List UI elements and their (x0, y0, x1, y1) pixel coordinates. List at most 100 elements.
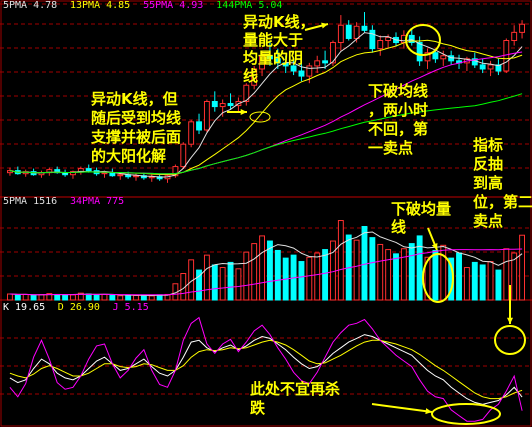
volume-bar (353, 239, 360, 301)
candle-body (188, 121, 195, 145)
candle-body (416, 42, 423, 62)
candle-body (345, 24, 352, 39)
candle-body (385, 36, 392, 42)
volume-bar (385, 249, 392, 301)
candle-body (203, 101, 210, 131)
volume-bar (6, 293, 13, 301)
volume-bar (125, 294, 132, 301)
volume-bar (203, 254, 210, 301)
volume-bar (369, 237, 376, 301)
volume-bar (38, 294, 45, 301)
annotation-text: 跌 (250, 399, 266, 417)
stock-chart: 5PMA 4.78 13PMA 4.85 55PMA 4.93 144PMA 5.04… (0, 0, 532, 427)
annotation-text: 位，第二 (473, 193, 532, 211)
candle-body (361, 25, 368, 31)
volume-bar (416, 235, 423, 301)
legend-k: K 19.65 (3, 302, 45, 313)
volume-bar (243, 251, 250, 301)
legend-j: J 5.15 (113, 302, 149, 313)
volume-bar (274, 249, 281, 301)
annotation-text: 下破均线 (368, 82, 428, 100)
volume-bar (93, 294, 100, 301)
candle-body (211, 101, 218, 108)
volume-bar (495, 269, 502, 301)
candle-body (133, 175, 139, 178)
volume-bar (140, 294, 147, 301)
volume-bar (408, 243, 415, 301)
volume-bar (101, 293, 108, 301)
annotation-text: 线 (243, 67, 258, 85)
legend-d: D 26.90 (58, 302, 100, 313)
arrow-head (240, 108, 247, 116)
volume-bar (479, 264, 486, 301)
candle-body (479, 64, 486, 70)
candle-body (109, 172, 116, 177)
annotation-text: 线 (391, 218, 406, 236)
volume-bar (463, 267, 470, 301)
candle-body (298, 70, 305, 77)
annotation-text: 异动K线，但 (91, 90, 178, 108)
chart-canvas: 5PMA 4.78 13PMA 4.85 55PMA 4.93 144PMA 5.04… (0, 0, 532, 427)
volume-bar (266, 240, 273, 301)
legend-13pma: 13PMA 4.85 (70, 0, 130, 11)
annotation-text: 量能大于 (243, 31, 303, 49)
candle-body (227, 103, 234, 107)
volume-bar (330, 240, 336, 301)
volume-bar (235, 268, 242, 301)
annotation-text: 到高 (473, 174, 503, 192)
candle-body (432, 52, 439, 60)
annotation-text: 不回，第 (368, 120, 428, 138)
volume-bar (306, 256, 313, 301)
volume-bar (471, 261, 478, 301)
annotation-text: 此处不宜再杀 (250, 380, 340, 398)
candle-body (85, 168, 92, 172)
legend-5pma: 5PMA 1516 (3, 196, 57, 207)
legend-55pma: 55PMA 4.93 (143, 0, 203, 11)
candle-body (487, 64, 494, 70)
volume-bar (337, 220, 344, 301)
candle-body (353, 25, 360, 39)
candle-body (117, 174, 124, 177)
arrow-head (506, 317, 514, 324)
annotation-text: 的大阳化解 (91, 147, 166, 165)
annotation-text: 一卖点 (368, 139, 413, 157)
candle-body (337, 24, 344, 44)
candle-body (322, 60, 329, 64)
volume-bar (85, 293, 92, 301)
candle-body (511, 31, 518, 41)
candle-body (377, 40, 384, 50)
volume-bar (211, 264, 218, 301)
volume-bar (30, 294, 37, 301)
volume-bar (117, 295, 124, 301)
volume-bar (54, 293, 61, 301)
annotation-text: 异动K线， (243, 13, 315, 31)
volume-bar (503, 248, 510, 301)
volume-bar (14, 294, 21, 301)
volume-bar (133, 295, 139, 301)
candle-body (101, 172, 108, 175)
annotation-text: 随后受到均线 (91, 109, 181, 127)
volume-bar (219, 267, 226, 301)
volume-bar (22, 293, 29, 301)
legend-5pma: 5PMA 4.78 (3, 0, 57, 11)
legend-34pma: 34PMA 775 (70, 196, 124, 207)
volume-bar (393, 253, 399, 301)
volume-bar (322, 249, 329, 301)
volume-bar (440, 244, 447, 301)
annotation-text: 指标 (473, 136, 503, 154)
volume-bar (314, 252, 321, 301)
volume-bar (377, 243, 384, 301)
candle-body (196, 121, 202, 131)
volume-bar (62, 294, 69, 301)
annotation-text: 反抽 (473, 155, 503, 173)
candle-body (219, 103, 226, 108)
volume-bar (259, 235, 266, 301)
ma-line-144pma (9, 93, 523, 175)
candle-body (306, 65, 313, 77)
annotation-text: 均量的阴 (243, 49, 303, 67)
volume-bar (298, 261, 305, 301)
volume-bar (456, 252, 462, 301)
volume-bar (148, 295, 155, 301)
candle-body (314, 60, 321, 67)
annotation-text: 卖点 (473, 212, 503, 230)
